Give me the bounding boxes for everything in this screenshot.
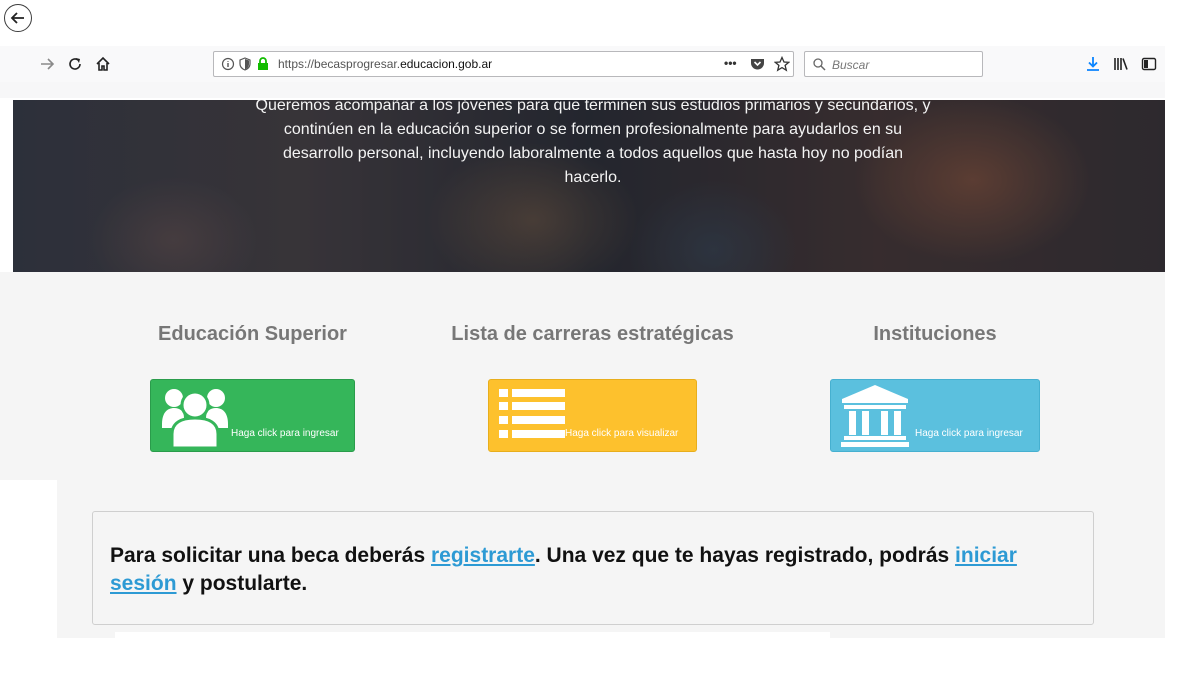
bookmark-star-icon[interactable] [774,56,790,72]
search-icon [813,58,826,71]
lock-icon[interactable] [257,57,269,71]
search-field[interactable]: Buscar [804,51,983,77]
list-icon [499,389,565,438]
hero-text: Queremos acompañar a los jóvenes para qu… [255,100,931,186]
url-host: educacion.gob.ar [400,57,493,71]
back-arrow-icon [10,12,24,24]
pocket-icon[interactable] [750,57,765,71]
card-title-instituciones: Instituciones [873,323,997,345]
url-prefix: https://becasprogresar. [278,57,401,71]
info-text-part3: y postularte. [176,572,308,595]
bottom-strip [115,632,830,638]
forward-button[interactable] [34,51,60,77]
register-link[interactable]: registrarte [431,544,535,567]
url-bar[interactable]: https://becasprogresar.educacion.gob.ar … [213,51,794,77]
home-icon [96,56,110,71]
educacion-superior-button[interactable]: Haga click para ingresar [150,379,355,452]
info-text-part1: Para solicitar una beca deberás [110,544,431,567]
info-text: Para solicitar una beca deberás registra… [110,542,1070,598]
tile-label-carreras: Haga click para visualizar [565,428,679,439]
forward-arrow-icon [41,58,55,70]
home-button[interactable] [90,51,116,77]
url-text[interactable]: https://becasprogresar.educacion.gob.ar [278,57,492,71]
page-actions-icon[interactable]: ••• [724,56,737,70]
info-icon[interactable] [221,57,235,71]
library-icon [1114,58,1128,70]
back-button[interactable] [4,4,32,32]
info-text-part2: . Una vez que te hayas registrado, podrá… [534,544,956,567]
tile-label-superior: Haga click para ingresar [231,428,339,439]
institution-icon [841,385,909,447]
info-box: Para solicitar una beca deberás registra… [92,511,1094,625]
instituciones-button[interactable]: Haga click para ingresar [830,379,1040,452]
reload-icon [69,58,81,70]
shield-icon[interactable] [239,57,251,71]
card-title-carreras: Lista de carreras estratégicas [451,323,734,345]
reload-button[interactable] [62,51,88,77]
users-icon [162,389,228,448]
download-icon [1087,57,1099,71]
hero-banner: Queremos acompañar a los jóvenes para qu… [13,100,1165,272]
tile-label-instituciones: Haga click para ingresar [915,428,1023,439]
sidebar-button[interactable] [1136,51,1162,77]
library-button[interactable] [1108,51,1134,77]
search-placeholder: Buscar [832,58,870,72]
carreras-estrategicas-button[interactable]: Haga click para visualizar [488,379,697,452]
downloads-button[interactable] [1080,51,1106,77]
card-title-superior: Educación Superior [158,323,347,345]
sidebar-icon [1141,57,1157,71]
toolbar-strip [0,82,1165,98]
